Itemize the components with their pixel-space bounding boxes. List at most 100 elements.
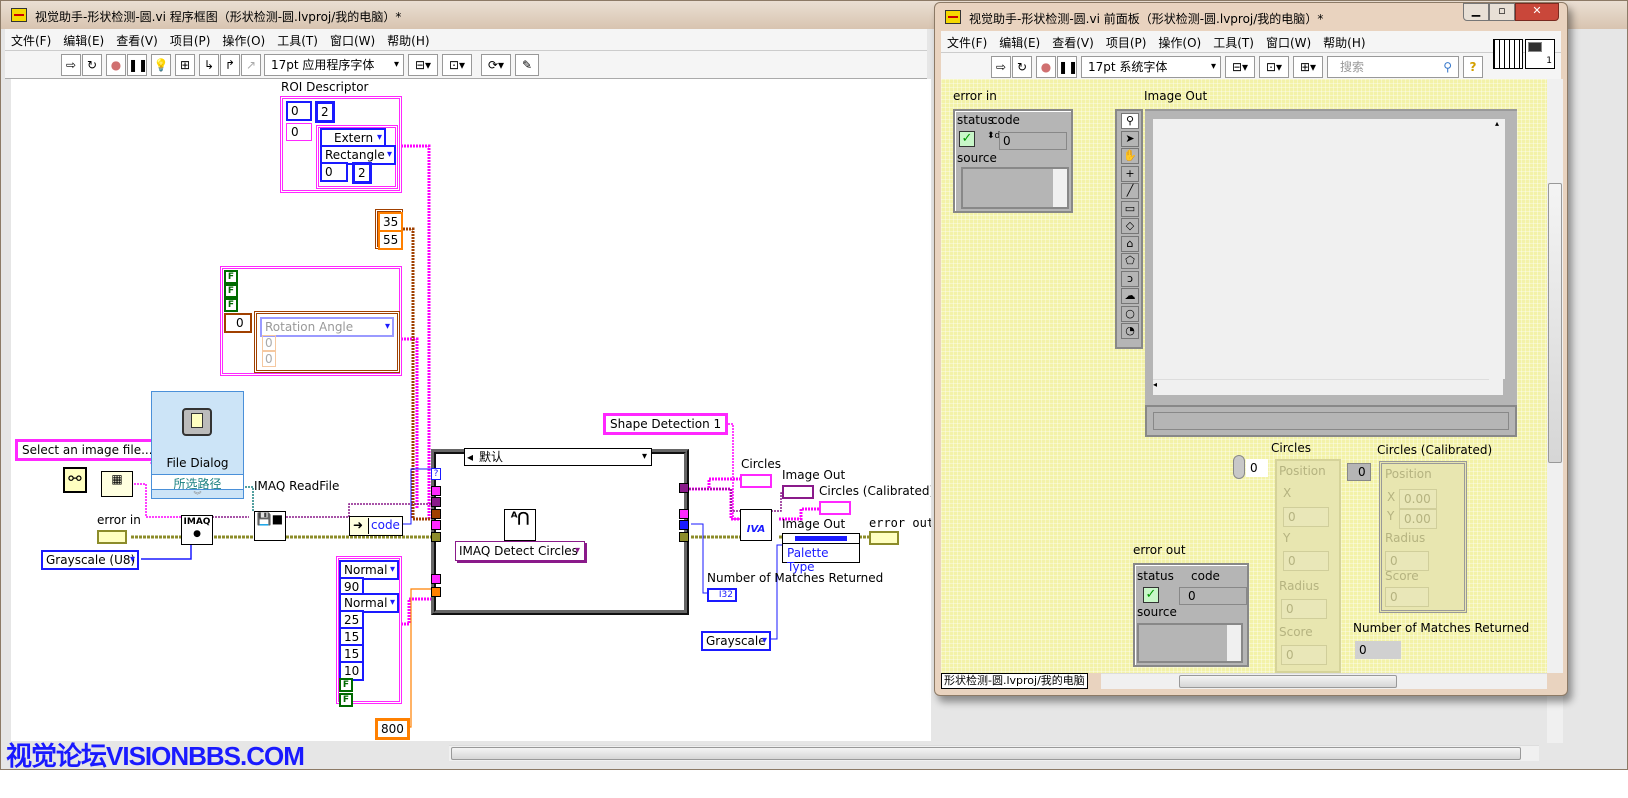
search-input[interactable]: 搜索 ⚲ [1327, 56, 1459, 78]
menu-operate[interactable]: 操作(O) [216, 29, 271, 49]
menu-window[interactable]: 窗口(W) [324, 29, 381, 49]
rotated-rect-tool-icon[interactable]: ◇ [1121, 218, 1139, 234]
polygon-tool-icon[interactable]: ⬠ [1121, 253, 1139, 269]
circles-terminal[interactable] [740, 474, 772, 488]
range-max[interactable]: 55 [378, 230, 404, 250]
freehand-region-tool-icon[interactable]: ☁ [1121, 288, 1139, 304]
iva-node[interactable]: IVA [740, 509, 772, 541]
distribute-objects-button[interactable]: ⊡▾ [442, 54, 472, 76]
panel-menu-project[interactable]: 项目(P) [1100, 31, 1153, 51]
minimize-button[interactable]: ▁ [1463, 3, 1489, 21]
help-button[interactable]: ? [1463, 56, 1483, 78]
panel-vscroll-thumb[interactable] [1548, 183, 1562, 463]
circles-calibrated-terminal[interactable] [819, 501, 851, 515]
step-into-button[interactable]: ↳ [199, 54, 219, 76]
panel-menu-window[interactable]: 窗口(W) [1260, 31, 1317, 51]
roi-index-2[interactable]: 0 [286, 123, 312, 141]
annulus-tool-icon[interactable]: ⌂ [1121, 236, 1139, 252]
panel-font-select[interactable]: 17pt 系统字体 [1081, 56, 1221, 78]
panel-vscroll[interactable] [1547, 79, 1563, 673]
pause-button[interactable]: ❚❚ [127, 54, 148, 76]
error-in-source-field[interactable] [961, 167, 1069, 209]
circles-calibrated-index[interactable]: 0 [1347, 463, 1371, 481]
zoom-tool-icon[interactable]: ⚲ [1121, 113, 1139, 129]
roi-index-3[interactable]: 0 [320, 162, 348, 182]
bool-const-3[interactable]: F [224, 298, 238, 312]
menu-tools[interactable]: 工具(T) [271, 29, 324, 49]
image-hscroll[interactable]: ◂ [1153, 379, 1489, 395]
code-unbundle[interactable]: ➜ code [349, 516, 403, 536]
close-button[interactable]: ✕ [1515, 3, 1559, 21]
search-icon[interactable]: ⚲ [1443, 57, 1452, 77]
step-out-button[interactable]: ↗ [241, 54, 261, 76]
menu-project[interactable]: 项目(P) [164, 29, 217, 49]
pointer-tool-icon[interactable]: ➤ [1121, 131, 1139, 147]
front-panel-canvas[interactable]: error in status code ✓ ⬍d 0 source Image… [941, 79, 1547, 673]
panel-distribute-button[interactable]: ⊡▾ [1259, 56, 1289, 78]
imaq-create-node[interactable]: IMAQ ● [181, 515, 213, 545]
imaq-readfile-node[interactable]: 💾■ [254, 511, 286, 541]
error-in-status-checkbox[interactable]: ✓ [959, 131, 975, 147]
case-selector-terminal[interactable]: ? [431, 468, 441, 480]
panel-menu-file[interactable]: 文件(F) [941, 31, 993, 51]
case-selector[interactable]: 默认 ◂ ▾ [464, 448, 652, 466]
highlight-execution-button[interactable]: 💡 [151, 54, 171, 76]
num-matches-terminal[interactable]: I32 [707, 588, 737, 602]
retain-wire-values-button[interactable]: ⊞ [175, 54, 195, 76]
shape-detection-const[interactable]: Shape Detection 1 [603, 413, 729, 435]
menu-view[interactable]: 查看(V) [110, 29, 164, 49]
panel-resize-button[interactable]: ⊞▾ [1293, 56, 1323, 78]
diagram-hscroll-thumb[interactable] [451, 747, 1521, 760]
panel-abort-button[interactable]: ● [1036, 56, 1056, 78]
panel-align-button[interactable]: ⊟▾ [1225, 56, 1255, 78]
panel-pause-button[interactable]: ❚❚ [1057, 56, 1078, 78]
file-dialog-output[interactable]: 所选路径 [152, 474, 243, 491]
circles-index[interactable]: 0 [1246, 459, 1268, 477]
abort-button[interactable]: ● [106, 54, 126, 76]
align-objects-button[interactable]: ⊟▾ [408, 54, 438, 76]
palette-type-property[interactable]: Palette Type [787, 546, 859, 574]
image-vscroll[interactable]: ▴ [1489, 119, 1505, 379]
panel-menu-edit[interactable]: 编辑(E) [993, 31, 1046, 51]
param-bool-2[interactable]: F [339, 693, 353, 707]
panel-run-continuously-button[interactable]: ↻ [1012, 56, 1032, 78]
detect-circles-node[interactable]: ᴬ⋂ [504, 509, 536, 541]
run-button[interactable]: ⇨ [61, 54, 81, 76]
image-name-const[interactable]: ⚯ [63, 467, 87, 493]
error-out-terminal[interactable] [869, 531, 899, 545]
vi-icon[interactable]: 1 [1525, 39, 1555, 69]
create-image-node[interactable]: ▦ [101, 471, 133, 497]
panel-menu-help[interactable]: 帮助(H) [1317, 31, 1371, 51]
range-min[interactable]: 35 [378, 212, 404, 232]
error-in-code-field[interactable]: 0 [999, 132, 1067, 150]
file-prompt-const[interactable]: Select an image file... [15, 439, 160, 461]
diagram-hscroll[interactable] [449, 745, 1539, 761]
image-area[interactable] [1153, 119, 1503, 395]
panel-hscroll-thumb[interactable] [1179, 675, 1397, 688]
block-diagram-canvas[interactable]: ROI Descriptor 0 2 0 Extern Rectangle 0 … [11, 79, 931, 741]
file-dialog-node[interactable]: File Dialog 所选路径 ︾ [151, 391, 244, 501]
grayscale-enum[interactable]: Grayscale [701, 631, 771, 651]
panel-run-button[interactable]: ⇨ [991, 56, 1011, 78]
detect-circles-selector[interactable]: IMAQ Detect Circles ▾ [455, 541, 585, 561]
bool-const-2[interactable]: F [224, 284, 238, 298]
grayscale-u8-enum[interactable]: Grayscale (U8) [41, 550, 139, 570]
pan-tool-icon[interactable]: ✋ [1121, 148, 1139, 164]
expand-chevron-icon[interactable]: ︾ [152, 490, 243, 501]
property-node[interactable]: Palette Type [782, 533, 860, 574]
connector-pane[interactable] [1493, 39, 1523, 69]
circles-index-spinner[interactable] [1233, 455, 1245, 479]
freehand-line-tool-icon[interactable]: ↄ [1121, 271, 1139, 287]
cleanup-diagram-button[interactable]: ✎ [515, 54, 539, 76]
rotation-angle-enum[interactable]: Rotation Angle [260, 317, 394, 337]
roi-index-1[interactable]: 0 [286, 101, 312, 121]
rotation-index[interactable]: 0 [224, 313, 252, 333]
bool-const-1[interactable]: F [224, 270, 238, 284]
panel-menu-operate[interactable]: 操作(O) [1152, 31, 1207, 51]
run-continuously-button[interactable]: ↻ [82, 54, 102, 76]
maximize-button[interactable]: ▫ [1489, 3, 1515, 21]
step-over-button[interactable]: ↱ [220, 54, 240, 76]
image-display[interactable]: ▴ ◂ [1145, 109, 1517, 411]
const-800[interactable]: 800 [375, 718, 410, 740]
case-structure[interactable] [431, 449, 689, 615]
